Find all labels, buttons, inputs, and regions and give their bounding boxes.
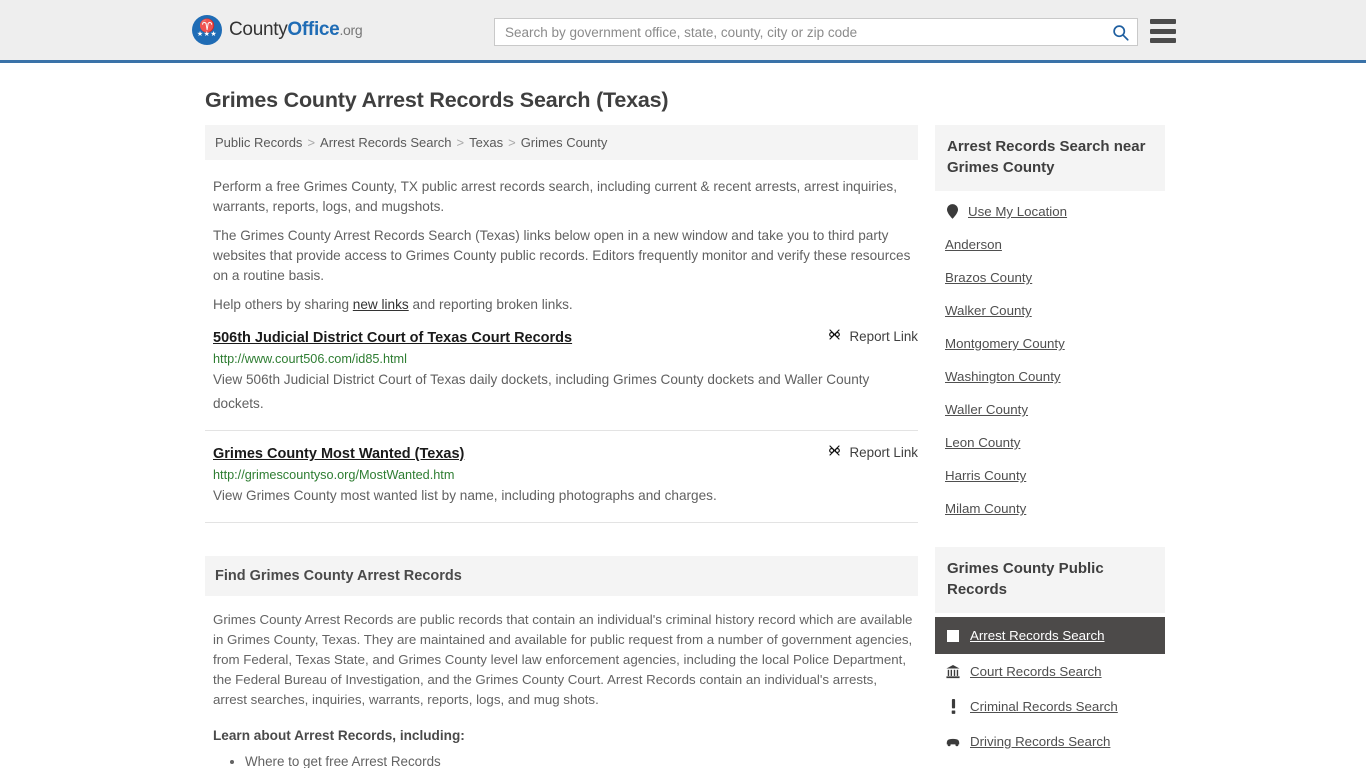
sidebar-item-criminal-records-search[interactable]: Criminal Records Search bbox=[935, 689, 1165, 724]
broken-link-icon bbox=[827, 327, 842, 345]
sidebar-item-arrest-records-search[interactable]: Arrest Records Search bbox=[935, 617, 1165, 654]
page-body: Grimes County Arrest Records Search (Tex… bbox=[0, 88, 1366, 768]
link-result-title[interactable]: Grimes County Most Wanted (Texas) bbox=[213, 446, 464, 462]
hamburger-bar bbox=[1150, 19, 1176, 24]
eagle-glyph: ♈ bbox=[199, 18, 215, 33]
breadcrumb-separator: > bbox=[456, 135, 465, 150]
link-result-url: http://www.court506.com/id85.html bbox=[213, 352, 407, 366]
sidebar-item-anderson[interactable]: Anderson bbox=[935, 228, 1165, 261]
sidebar-item-leon-county[interactable]: Leon County bbox=[935, 426, 1165, 459]
main-column: Public Records > Arrest Records Search > Tex… bbox=[205, 125, 918, 768]
sidebar-link-label[interactable]: Use My Location bbox=[968, 204, 1067, 219]
sidebar-item-waller-county[interactable]: Waller County bbox=[935, 393, 1165, 426]
intro-p3-after: and reporting broken links. bbox=[408, 297, 573, 312]
sidebar-link-label[interactable]: Brazos County bbox=[945, 270, 1032, 285]
sidebar-link-label[interactable]: Harris County bbox=[945, 468, 1026, 483]
sidebar-item-harris-county[interactable]: Harris County bbox=[935, 459, 1165, 492]
exclamation-icon bbox=[945, 699, 961, 714]
link-result-url: http://grimescountyso.org/MostWanted.htm bbox=[213, 468, 455, 482]
breadcrumb-item-texas[interactable]: Texas bbox=[469, 135, 503, 150]
nearby-search-heading: Arrest Records Search near Grimes County bbox=[935, 125, 1165, 191]
breadcrumb-item-grimes-county[interactable]: Grimes County bbox=[521, 135, 608, 150]
intro-p3-before: Help others by sharing bbox=[213, 297, 353, 312]
find-records-body: Grimes County Arrest Records are public … bbox=[205, 610, 918, 768]
sidebar-link-label[interactable]: Washington County bbox=[945, 369, 1061, 384]
sidebar-item-driving-records-search[interactable]: Driving Records Search bbox=[935, 724, 1165, 759]
logo-wordmark: CountyOffice.org bbox=[229, 19, 363, 41]
broken-link-icon bbox=[827, 443, 842, 461]
report-link-label: Report Link bbox=[849, 328, 918, 344]
find-records-heading: Find Grimes County Arrest Records bbox=[205, 556, 918, 596]
logo-word-county: County bbox=[229, 19, 288, 40]
report-link-label: Report Link bbox=[849, 444, 918, 460]
sidebar-link-label[interactable]: Driving Records Search bbox=[970, 734, 1110, 749]
link-result-item: 506th Judicial District Court of Texas C… bbox=[205, 315, 918, 431]
map-pin-icon bbox=[945, 204, 960, 219]
hamburger-bar bbox=[1150, 28, 1176, 34]
breadcrumb-item-public-records[interactable]: Public Records bbox=[215, 135, 302, 150]
hamburger-menu-icon[interactable] bbox=[1150, 19, 1176, 43]
search-input[interactable] bbox=[495, 19, 1103, 45]
sidebar: Arrest Records Search near Grimes County… bbox=[935, 125, 1165, 768]
intro-paragraph-3: Help others by sharing new links and rep… bbox=[213, 295, 918, 315]
sidebar-link-label[interactable]: Anderson bbox=[945, 237, 1002, 252]
link-result-description: View 506th Judicial District Court of Te… bbox=[213, 372, 870, 411]
nearby-search-list: Use My Location Anderson Brazos County W… bbox=[935, 191, 1165, 525]
hamburger-bar bbox=[1150, 38, 1176, 43]
site-logo[interactable]: ♈ ★★★ CountyOffice.org bbox=[192, 15, 363, 45]
breadcrumb-separator: > bbox=[307, 135, 316, 150]
link-result-description: View Grimes County most wanted list by n… bbox=[213, 488, 717, 503]
learn-about-heading: Learn about Arrest Records, including: bbox=[213, 728, 465, 743]
breadcrumb-separator: > bbox=[508, 135, 516, 150]
sidebar-item-montgomery-county[interactable]: Montgomery County bbox=[935, 327, 1165, 360]
logo-word-office: Office bbox=[287, 19, 340, 40]
breadcrumb: Public Records > Arrest Records Search > Tex… bbox=[205, 125, 918, 160]
sidebar-link-label[interactable]: Court Records Search bbox=[970, 664, 1102, 679]
sidebar-item-use-my-location[interactable]: Use My Location bbox=[935, 195, 1165, 228]
report-link-button[interactable]: Report Link bbox=[827, 327, 918, 345]
intro-paragraph-2: The Grimes County Arrest Records Search … bbox=[213, 228, 911, 283]
sidebar-item-court-records-search[interactable]: Court Records Search bbox=[935, 654, 1165, 689]
new-links-link[interactable]: new links bbox=[353, 297, 409, 312]
search-bar[interactable] bbox=[494, 18, 1138, 46]
find-records-paragraph: Grimes County Arrest Records are public … bbox=[213, 612, 913, 707]
logo-word-org: .org bbox=[339, 22, 363, 38]
courthouse-icon bbox=[945, 664, 961, 679]
search-icon[interactable] bbox=[1103, 19, 1137, 45]
intro-paragraph-1: Perform a free Grimes County, TX public … bbox=[213, 179, 897, 214]
sidebar-link-label[interactable]: Criminal Records Search bbox=[970, 699, 1118, 714]
car-icon bbox=[945, 737, 961, 747]
content-columns: Public Records > Arrest Records Search > Tex… bbox=[205, 125, 1336, 768]
sidebar-item-washington-county[interactable]: Washington County bbox=[935, 360, 1165, 393]
link-result-item: Grimes County Most Wanted (Texas) http:/… bbox=[205, 431, 918, 523]
breadcrumb-item-arrest-records-search[interactable]: Arrest Records Search bbox=[320, 135, 452, 150]
sidebar-link-label[interactable]: Montgomery County bbox=[945, 336, 1065, 351]
sidebar-link-label[interactable]: Milam County bbox=[945, 501, 1026, 516]
link-result-title[interactable]: 506th Judicial District Court of Texas C… bbox=[213, 330, 572, 346]
sidebar-item-walker-county[interactable]: Walker County bbox=[935, 294, 1165, 327]
sidebar-link-label[interactable]: Arrest Records Search bbox=[970, 628, 1105, 643]
sidebar-item-brazos-county[interactable]: Brazos County bbox=[935, 261, 1165, 294]
report-link-button[interactable]: Report Link bbox=[827, 443, 918, 461]
site-header: ♈ ★★★ CountyOffice.org bbox=[0, 0, 1366, 63]
eagle-seal-icon: ♈ ★★★ bbox=[192, 15, 222, 45]
white-square-icon bbox=[945, 629, 961, 642]
sidebar-link-label[interactable]: Waller County bbox=[945, 402, 1028, 417]
sidebar-link-label[interactable]: Walker County bbox=[945, 303, 1032, 318]
list-item: Where to get free Arrest Records bbox=[245, 751, 918, 768]
sidebar-item-milam-county[interactable]: Milam County bbox=[935, 492, 1165, 525]
public-records-list: Arrest Records Search Court Records Sear… bbox=[935, 613, 1165, 759]
page-title: Grimes County Arrest Records Search (Tex… bbox=[205, 88, 669, 112]
public-records-heading: Grimes County Public Records bbox=[935, 547, 1165, 613]
sidebar-link-label[interactable]: Leon County bbox=[945, 435, 1020, 450]
learn-about-list: Where to get free Arrest Records bbox=[245, 751, 918, 768]
intro-text: Perform a free Grimes County, TX public … bbox=[205, 160, 918, 315]
stars-glyph: ★★★ bbox=[196, 31, 218, 38]
